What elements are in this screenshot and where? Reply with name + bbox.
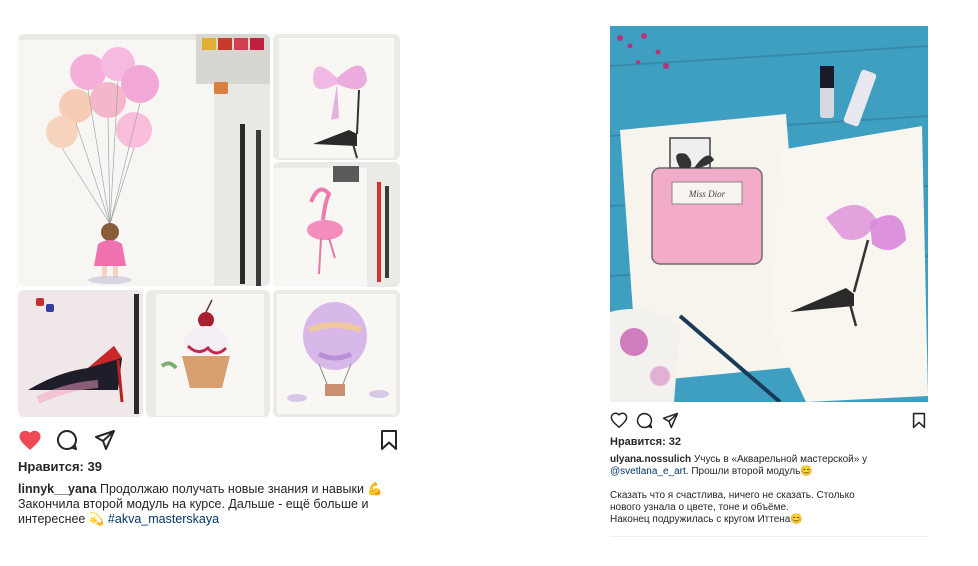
cupcake-illustration <box>146 290 270 417</box>
bookmark-icon[interactable] <box>380 429 398 456</box>
smile-emoji: 😊 <box>800 466 813 477</box>
post-caption: linnyk__yana Продолжаю получать новые зн… <box>18 482 388 527</box>
caption-text: . Прошли второй модуль <box>685 466 801 477</box>
bow-shoe-painting[interactable] <box>273 34 400 160</box>
post-caption: ulyana.nossulich Учусь в «Акварельной ма… <box>610 454 910 526</box>
red-shoe-illustration <box>18 290 143 417</box>
comment-icon[interactable] <box>636 412 653 434</box>
flamingo-painting[interactable] <box>273 162 400 287</box>
caption-line: Наконец подружилась с кругом Иттена <box>610 514 791 525</box>
perfume-and-shoe-photo: Miss Dior <box>610 26 928 402</box>
balloon-girl-painting[interactable] <box>18 34 270 286</box>
right-post: Miss Dior Нравится: 32 ulyana.nossulich … <box>610 26 928 537</box>
flamingo-illustration <box>273 162 400 287</box>
caption-username[interactable]: linnyk__yana <box>18 482 97 496</box>
bookmark-icon[interactable] <box>912 412 926 434</box>
dizzy-emoji: 💫 <box>88 512 105 526</box>
cupcake-painting[interactable] <box>146 290 270 417</box>
divider <box>610 536 928 537</box>
caption-line: Сказать что я счастлива, ничего не сказа… <box>610 490 855 501</box>
caption-text: Учусь в «Акварельной мастерской» у <box>691 454 868 465</box>
caption-text: Продолжаю получать новые знания и навыки <box>96 482 368 496</box>
comment-icon[interactable] <box>56 429 78 456</box>
send-icon[interactable] <box>662 412 679 434</box>
post-photo[interactable]: Miss Dior <box>610 26 928 402</box>
muscle-emoji: 💪 <box>367 482 383 496</box>
post-actions <box>610 406 928 434</box>
bow-shoe-illustration <box>273 34 400 160</box>
caption-line: нового узнала о цвете, тоне и объёме. <box>610 502 789 513</box>
post-image-grid[interactable] <box>18 34 400 417</box>
smile-emoji: 😊 <box>790 514 803 525</box>
post-actions <box>18 419 400 455</box>
air-balloon-painting[interactable] <box>273 290 400 417</box>
likes-count[interactable]: Нравится: 39 <box>18 459 400 474</box>
heart-icon[interactable] <box>18 429 42 456</box>
caption-paragraph: Сказать что я счастлива, ничего не сказа… <box>610 490 910 526</box>
left-post: Нравится: 39 linnyk__yana Продолжаю полу… <box>18 34 400 527</box>
send-icon[interactable] <box>94 429 116 456</box>
red-shoe-painting[interactable] <box>18 290 143 417</box>
likes-count[interactable]: Нравится: 32 <box>610 436 928 448</box>
air-balloon-illustration <box>273 290 400 417</box>
mention-link[interactable]: @svetlana_e_art <box>610 466 686 477</box>
caption-username[interactable]: ulyana.nossulich <box>610 454 691 465</box>
heart-icon[interactable] <box>610 412 628 433</box>
hashtag-link[interactable]: #akva_masterskaya <box>108 512 219 526</box>
perfume-label: Miss Dior <box>688 189 726 199</box>
balloon-girl-illustration <box>18 34 270 286</box>
